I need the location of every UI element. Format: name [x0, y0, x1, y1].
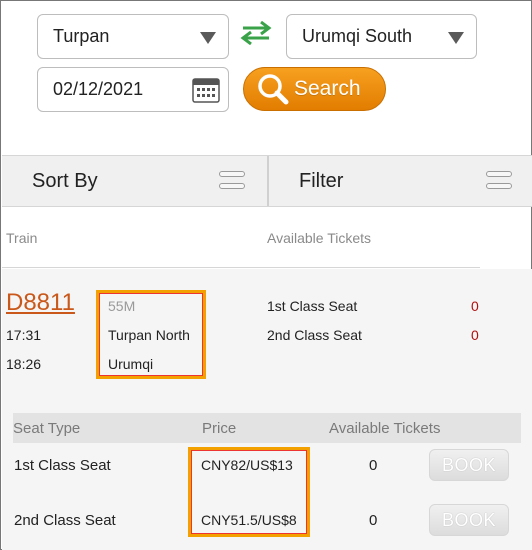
- search-button[interactable]: Search: [243, 67, 386, 111]
- chevron-down-icon: [448, 32, 464, 44]
- to-station-select[interactable]: Urumqi South: [286, 14, 477, 59]
- date-value: 02/12/2021: [53, 79, 144, 99]
- to-station-value: Urumqi South: [302, 26, 413, 46]
- magnifier-icon: [258, 74, 289, 105]
- header-divider: [2, 267, 480, 268]
- availability-class-2: 2nd Class Seat: [267, 327, 362, 343]
- highlight-box: [96, 290, 206, 379]
- seat-table-header: Seat Type Price Available Tickets: [13, 413, 521, 443]
- highlight-box: [188, 447, 310, 537]
- availability-count-2: 0: [471, 327, 479, 343]
- sort-by-label: Sort By: [32, 169, 98, 192]
- swap-arrows-icon[interactable]: [239, 21, 273, 45]
- availability-class-1: 1st Class Seat: [267, 298, 358, 314]
- date-field[interactable]: 02/12/2021: [37, 67, 229, 112]
- train-number-link[interactable]: D8811: [6, 289, 75, 317]
- seat-type-cell: 2nd Class Seat: [14, 512, 116, 529]
- train-column-header: Train: [6, 230, 38, 246]
- menu-lines-icon: [486, 171, 512, 191]
- from-station-select[interactable]: Turpan: [37, 14, 229, 59]
- seat-type-cell: 1st Class Seat: [14, 457, 111, 474]
- chevron-down-icon: [200, 32, 216, 44]
- from-station-value: Turpan: [53, 26, 110, 46]
- tickets-column-header: Available Tickets: [267, 230, 372, 246]
- filter-button[interactable]: Filter: [269, 156, 532, 206]
- depart-time: 17:31: [6, 327, 42, 343]
- filter-label: Filter: [299, 169, 344, 192]
- arrive-time: 18:26: [6, 356, 42, 372]
- book-button[interactable]: BOOK: [429, 504, 509, 536]
- app-frame: Turpan Urumqi South 02/12/2021 Search So…: [0, 0, 532, 550]
- available-header: Available Tickets: [329, 420, 441, 437]
- available-cell: 0: [369, 457, 378, 474]
- available-cell: 0: [369, 512, 378, 529]
- sort-filter-bar: Sort By Filter: [2, 155, 532, 207]
- seat-type-header: Seat Type: [13, 420, 81, 437]
- price-header: Price: [202, 420, 237, 437]
- availability-count-1: 0: [471, 298, 479, 314]
- search-button-label: Search: [294, 77, 361, 100]
- calendar-icon[interactable]: [192, 77, 220, 103]
- menu-lines-icon: [219, 171, 245, 191]
- book-button[interactable]: BOOK: [429, 449, 509, 481]
- sort-by-button[interactable]: Sort By: [2, 156, 267, 206]
